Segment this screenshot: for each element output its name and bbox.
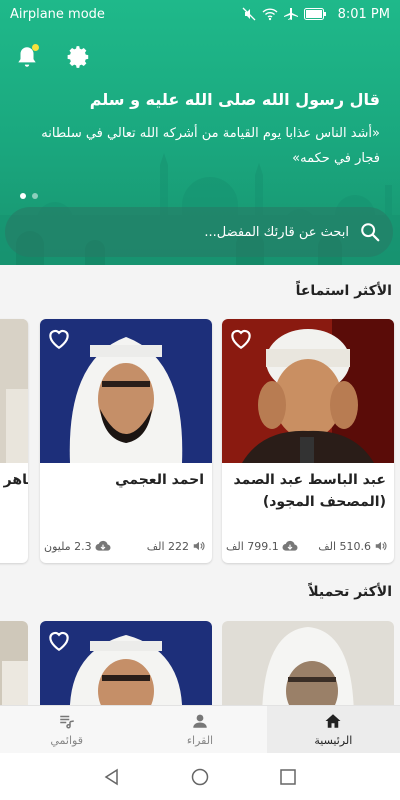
- gear-icon: [67, 46, 89, 68]
- airplane-mode-label: Airplane mode: [10, 6, 105, 22]
- nav-playlists[interactable]: قوائمي: [0, 706, 133, 753]
- notification-badge: [32, 44, 39, 51]
- reciter-name: ماهر: [3, 472, 28, 488]
- downloads-stat: 2.3 مليون: [44, 539, 111, 553]
- airplane-icon: [283, 8, 298, 20]
- status-bar: Airplane mode 8:01 PM: [0, 0, 400, 28]
- notifications-button[interactable]: [14, 44, 40, 70]
- reciter-card[interactable]: ماهر: [0, 319, 28, 563]
- settings-button[interactable]: [66, 44, 92, 70]
- most-downloaded-title: الأكثر تحميلاً: [308, 584, 392, 600]
- most-listened-title: الأكثر استماعاً: [295, 283, 392, 299]
- plays-stat: 222 الف: [147, 539, 206, 553]
- home-icon: [325, 714, 341, 728]
- reciter-card[interactable]: عبد الباسط عبد الصمد (المصحف المجود) 510…: [222, 319, 394, 563]
- person-icon: [193, 714, 207, 728]
- wifi-icon: [262, 8, 278, 21]
- speaker-icon: [375, 541, 387, 551]
- favorite-heart-icon[interactable]: [46, 325, 72, 351]
- mute-icon: [242, 7, 256, 21]
- reciter-name: عبد الباسط عبد الصمد (المصحف المجود): [233, 472, 386, 510]
- reciter-name: احمد العجمي: [115, 472, 204, 488]
- playlist-icon: [59, 715, 74, 729]
- downloads-count: 799.1 الف: [226, 539, 279, 553]
- reciter-stats: 510.6 الف 799.1 الف: [226, 539, 388, 553]
- hadith-title: قال رسول الله صلى الله عليه و سلم: [89, 90, 380, 109]
- home-circle-icon[interactable]: [191, 768, 209, 786]
- carousel-indicator: [20, 193, 38, 199]
- downloads-count: 2.3 مليون: [44, 539, 92, 553]
- carousel-dot[interactable]: [20, 193, 26, 199]
- nav-playlists-label: قوائمي: [50, 734, 83, 747]
- nav-reciters-label: القراء: [186, 734, 214, 747]
- reciter-card[interactable]: احمد العجمي 222 الف 2.3 مليون: [40, 319, 212, 563]
- nav-reciters[interactable]: القراء: [133, 706, 266, 753]
- back-icon[interactable]: [103, 768, 121, 786]
- downloads-stat: 799.1 الف: [226, 539, 298, 553]
- reciter-stats: 222 الف 2.3 مليون: [44, 539, 206, 553]
- favorite-heart-icon[interactable]: [46, 627, 72, 653]
- recents-square-icon[interactable]: [279, 768, 297, 786]
- nav-home-label: الرئيسية: [314, 734, 353, 747]
- reciter-photo: [0, 319, 28, 463]
- header-banner: Airplane mode 8:01 PM قال رسول الله صلى …: [0, 0, 400, 265]
- system-navigation-bar: [0, 753, 400, 800]
- speaker-icon: [193, 541, 205, 551]
- cloud-download-icon: [282, 540, 298, 551]
- cloud-download-icon: [95, 540, 111, 551]
- hadith-text: «أشد الناس عذابا يوم القيامة من أشركه ال…: [41, 126, 380, 166]
- reciter-stats: [0, 539, 22, 553]
- favorite-heart-icon[interactable]: [228, 325, 254, 351]
- search-bar[interactable]: ابحث عن قارئك المفضل...: [5, 207, 393, 257]
- clock: 8:01 PM: [337, 6, 390, 22]
- search-input[interactable]: ابحث عن قارئك المفضل...: [204, 225, 349, 240]
- nav-home[interactable]: الرئيسية: [266, 706, 400, 753]
- plays-count: 510.6 الف: [318, 539, 371, 553]
- plays-stat: 510.6 الف: [318, 539, 388, 553]
- search-icon: [361, 223, 380, 242]
- carousel-dot[interactable]: [32, 193, 38, 199]
- bottom-navigation: قوائمي القراء الرئيسية: [0, 705, 400, 753]
- plays-count: 222 الف: [146, 539, 189, 553]
- battery-icon: [303, 8, 326, 20]
- app-screen: Airplane mode 8:01 PM قال رسول الله صلى …: [0, 0, 400, 800]
- hadith-banner: قال رسول الله صلى الله عليه و سلم «أشد ا…: [30, 90, 380, 171]
